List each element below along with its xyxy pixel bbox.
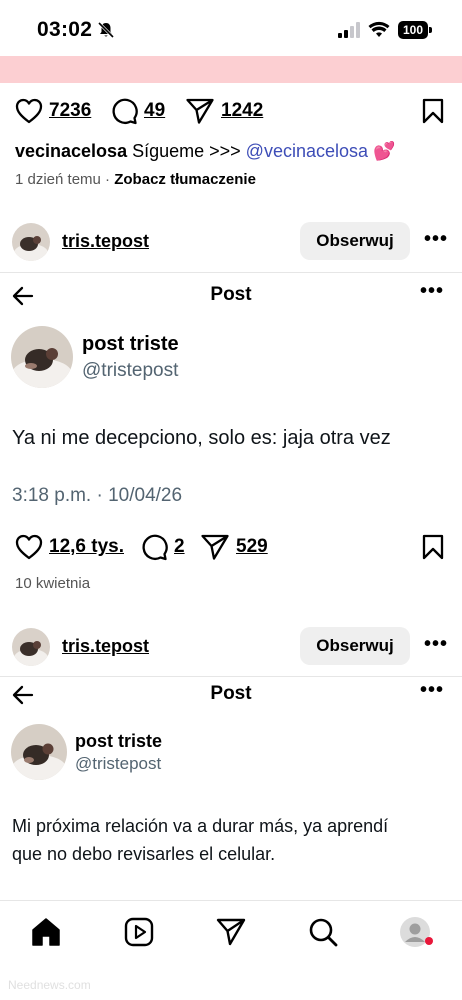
comment-button[interactable]: 49 (110, 96, 165, 126)
screenshot-title: Post (210, 284, 252, 305)
send-icon[interactable] (215, 916, 247, 948)
screenshot-display-name: post triste (75, 731, 163, 751)
comment-button[interactable]: 2 (140, 532, 185, 562)
avatar[interactable] (12, 628, 50, 666)
screenshot-handle: @tristepost (75, 754, 162, 773)
send-icon (201, 534, 229, 560)
wifi-icon (368, 21, 390, 37)
post-meta: 1 dzień temu · Zobacz tłumaczenie (15, 171, 256, 188)
heart-icon (15, 98, 43, 124)
screenshot-avatar (11, 724, 67, 780)
screenshot-more-icon: ••• (419, 679, 444, 701)
caption-username[interactable]: vecinacelosa (15, 141, 127, 161)
screenshot-handle: @tristepost (82, 360, 179, 381)
screenshot-nav: Post ••• (0, 280, 462, 314)
see-translation-link[interactable]: Zobacz tłumaczenie (114, 171, 256, 188)
share-button[interactable]: 1242 (185, 96, 263, 126)
search-icon[interactable] (307, 916, 339, 948)
more-options-icon[interactable]: ••• (424, 229, 447, 252)
post-header: tris.tepost Obserwuj ••• (0, 625, 462, 671)
post-date: 10 kwietnia (15, 575, 91, 592)
heart-emoji: 💕 (368, 141, 396, 161)
avatar[interactable] (12, 223, 50, 261)
notification-dot (425, 937, 433, 945)
like-count[interactable]: 7236 (49, 100, 91, 122)
post-actions: 12,6 tys. 2 529 (0, 532, 462, 562)
time-ago: 1 dzień temu (15, 171, 101, 188)
status-time: 03:02 (37, 18, 93, 41)
post-username[interactable]: tris.tepost (62, 231, 149, 252)
comment-icon (112, 98, 138, 125)
caption-mention[interactable]: @vecinacelosa (246, 141, 368, 161)
screenshot-avatar (11, 326, 73, 388)
divider (0, 272, 462, 273)
post-image-bottom (0, 56, 462, 83)
screenshot-title: Post (210, 683, 252, 704)
like-count[interactable]: 12,6 tys. (49, 536, 124, 558)
screenshot-timestamp: 3:18 p.m. · 10/04/26 (12, 485, 183, 506)
post-username[interactable]: tris.tepost (62, 636, 149, 657)
battery-level: 100 (398, 21, 428, 39)
screenshot-more-icon: ••• (419, 280, 444, 302)
screenshot-nav: Post ••• (0, 679, 462, 713)
divider (0, 676, 462, 677)
send-icon (186, 98, 214, 124)
comment-count[interactable]: 49 (144, 100, 165, 122)
bell-muted-icon (97, 21, 115, 39)
heart-icon (15, 534, 43, 560)
follow-button[interactable]: Obserwuj (300, 627, 410, 665)
battery-indicator: 100 (398, 21, 432, 39)
caption-text: Sígueme >>> (127, 141, 246, 161)
like-button[interactable]: 7236 (15, 96, 91, 126)
post-header: tris.tepost Obserwuj ••• (0, 220, 462, 266)
screenshot-display-name: post triste (82, 333, 179, 355)
screenshot-text-line: Mi próxima relación va a durar más, ya a… (12, 816, 389, 836)
bookmark-icon[interactable] (422, 534, 444, 560)
meta-separator: · (100, 171, 115, 188)
follow-button[interactable]: Obserwuj (300, 222, 410, 260)
battery-tip (429, 27, 432, 33)
status-bar: 03:02 100 (0, 0, 462, 56)
more-options-icon[interactable]: ••• (424, 634, 447, 657)
post-caption: vecinacelosa Sígueme >>> @vecinacelosa 💕 (15, 141, 395, 162)
share-button[interactable]: 529 (200, 532, 268, 562)
share-count[interactable]: 529 (236, 536, 268, 558)
bookmark-icon[interactable] (422, 98, 444, 124)
home-icon[interactable] (30, 916, 62, 948)
comment-icon (142, 534, 168, 561)
post-actions: 7236 49 1242 (0, 96, 462, 126)
screenshot-text: Mi próxima relación va a durar más, ya a… (12, 812, 388, 868)
signal-icon (338, 22, 360, 38)
share-count[interactable]: 1242 (221, 100, 263, 122)
screenshot-text: Ya ni me decepciono, solo es: jaja otra … (12, 427, 391, 449)
watermark: Neednews.com (8, 978, 91, 992)
comment-count[interactable]: 2 (174, 536, 185, 558)
reels-icon[interactable] (123, 916, 155, 948)
screenshot-text-line: que no debo revisarles el celular. (12, 844, 276, 864)
like-button[interactable]: 12,6 tys. (15, 532, 124, 562)
